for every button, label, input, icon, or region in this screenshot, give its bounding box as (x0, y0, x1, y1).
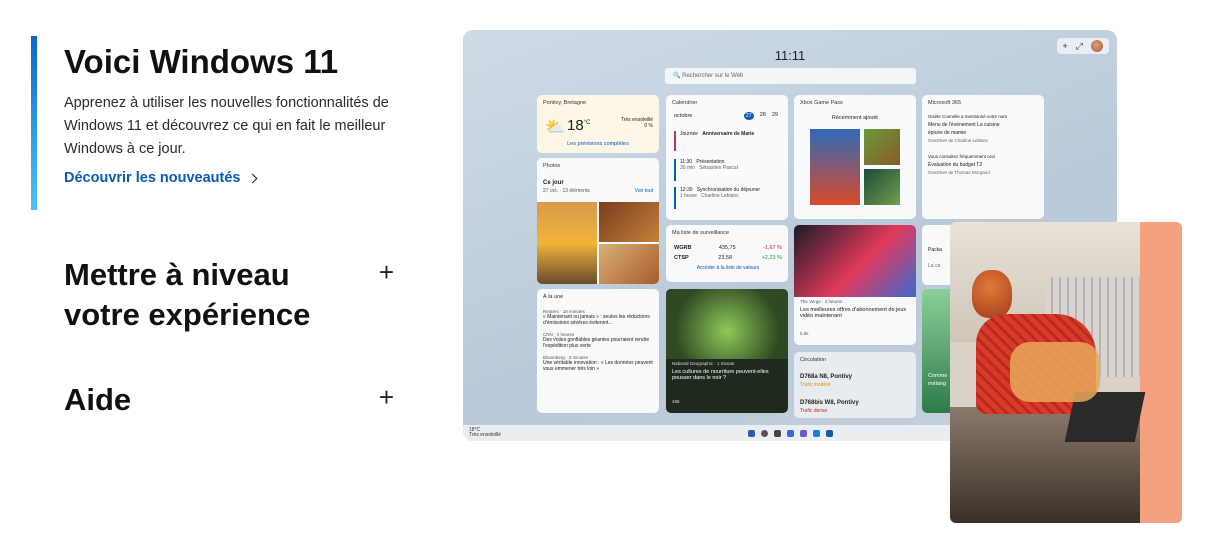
chat-icon (799, 429, 807, 437)
weather-widget: Pontivy, Bretagne ⛅ 18°C Très ensoleillé… (537, 95, 659, 153)
search-input: 🔍 Rechercher sur le Web (665, 68, 916, 84)
photo-thumbnail (537, 202, 597, 284)
avatar (1091, 40, 1103, 52)
windows-start-icon (747, 429, 755, 437)
photo-thumbnail (599, 202, 659, 242)
verge-widget: The Verge · 4 heures Les meilleures offr… (794, 225, 916, 345)
discover-link[interactable]: Découvrir les nouveautés (64, 170, 257, 186)
clock: 11:11 (774, 48, 806, 63)
taskbar-weather: 18°C Très ensoleillé (469, 427, 502, 438)
section-title: Voici Windows 11 (64, 43, 339, 80)
section-intro: Voici Windows 11 Apprenez à utiliser les… (64, 42, 404, 187)
game-cover (864, 169, 900, 205)
accordion-upgrade[interactable]: Mettre à niveau votre expérience + (64, 255, 394, 335)
gamepass-widget: Xbox Game Pass Récemment ajouté (794, 95, 916, 219)
chevron-right-icon (247, 173, 257, 183)
photo-thumbnail (599, 244, 659, 284)
watchlist-widget: Ma liste de surveillance WGRB 435,75 -1,67… (666, 225, 788, 282)
widget-toolbar: + ⤢ (1056, 38, 1109, 54)
edge-icon (812, 429, 820, 437)
sun-cloud-icon: ⛅ (545, 119, 565, 136)
search-icon (760, 429, 768, 437)
accordion-title: Mettre à niveau votre expérience (64, 257, 311, 332)
game-cover (810, 129, 860, 205)
photos-widget: Photos Ce jour 27 oct. · 13 éléments Voi… (537, 158, 659, 284)
accent-bar (31, 36, 37, 210)
plus-icon[interactable]: + (379, 382, 394, 412)
discover-link-label: Découvrir les nouveautés (64, 170, 241, 186)
plus-icon[interactable]: + (379, 257, 394, 287)
accordion-title: Aide (64, 382, 132, 417)
task-view-icon (773, 429, 781, 437)
widgets-icon (786, 429, 794, 437)
traffic-widget: Circulation D768a N8, Pontivy Trafic mod… (794, 352, 916, 418)
store-icon (825, 429, 833, 437)
game-cover (864, 129, 900, 165)
person-laptop-photo (950, 222, 1182, 523)
section-description: Apprenez à utiliser les nouvelles foncti… (64, 95, 389, 157)
news-widget: À la une Reuters · 18 minutes « Maintena… (537, 289, 659, 413)
expand-icon: ⤢ (1075, 40, 1083, 51)
calendar-widget: Calendrier octobre 27 28 29 Journée Annive… (666, 95, 788, 220)
m365-widget: Microsoft 365 Gisèle Connelie a mentionn… (922, 95, 1044, 219)
add-icon: + (1062, 41, 1068, 51)
natgeo-widget: National Geographic · 1 minute Les cultu… (666, 289, 788, 413)
accordion-help[interactable]: Aide + (64, 380, 394, 420)
